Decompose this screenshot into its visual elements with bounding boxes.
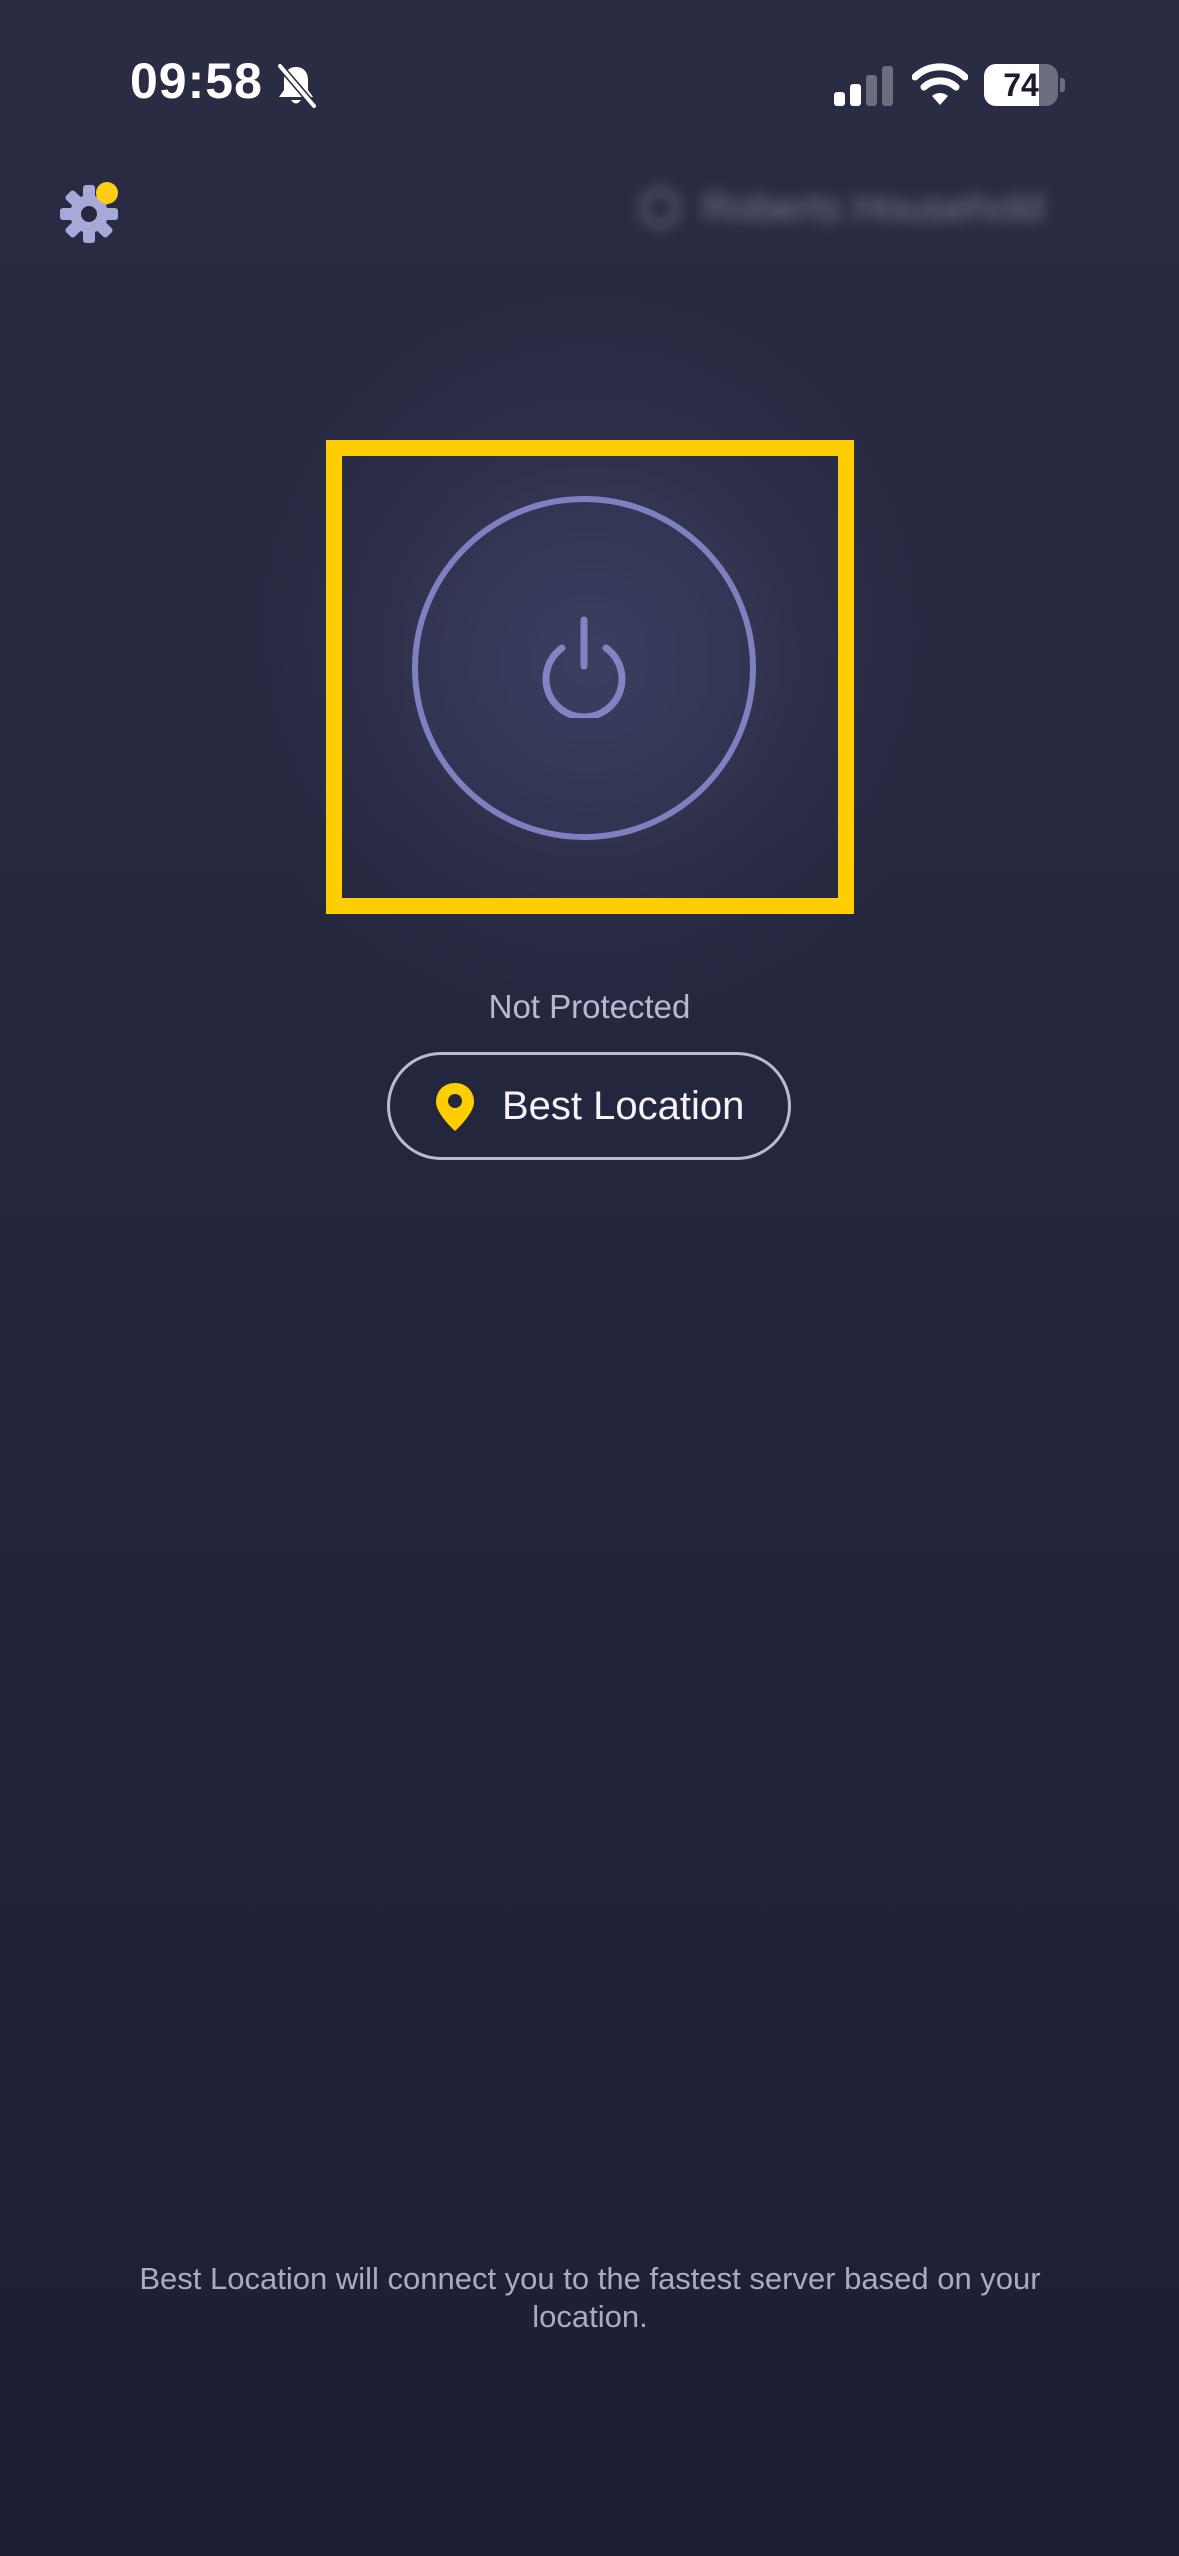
- battery-indicator: 74: [984, 64, 1065, 106]
- battery-body: 74: [984, 64, 1058, 106]
- connection-status: Not Protected: [488, 988, 691, 1025]
- cellular-signal-icon: [834, 66, 893, 106]
- status-time: 09:58: [130, 53, 263, 109]
- bell-slash-icon: [276, 62, 318, 110]
- user-icon: [640, 188, 680, 228]
- wifi-icon: [912, 63, 968, 105]
- settings-notification-dot: [96, 182, 118, 204]
- best-location-info: Best Location will connect you to the fa…: [139, 2261, 1041, 2334]
- location-label: Best Location: [502, 1084, 745, 1128]
- power-icon: [542, 616, 626, 718]
- account-label: Roberts Household: [702, 185, 1045, 230]
- battery-label: 74: [1003, 67, 1039, 103]
- location-selector-button[interactable]: Best Location: [387, 1052, 791, 1160]
- battery-cap: [1060, 78, 1065, 92]
- account-selector[interactable]: Roberts Household: [640, 178, 1100, 238]
- location-pin-icon: [436, 1083, 474, 1131]
- status-bar: 09:58 74: [0, 0, 1179, 170]
